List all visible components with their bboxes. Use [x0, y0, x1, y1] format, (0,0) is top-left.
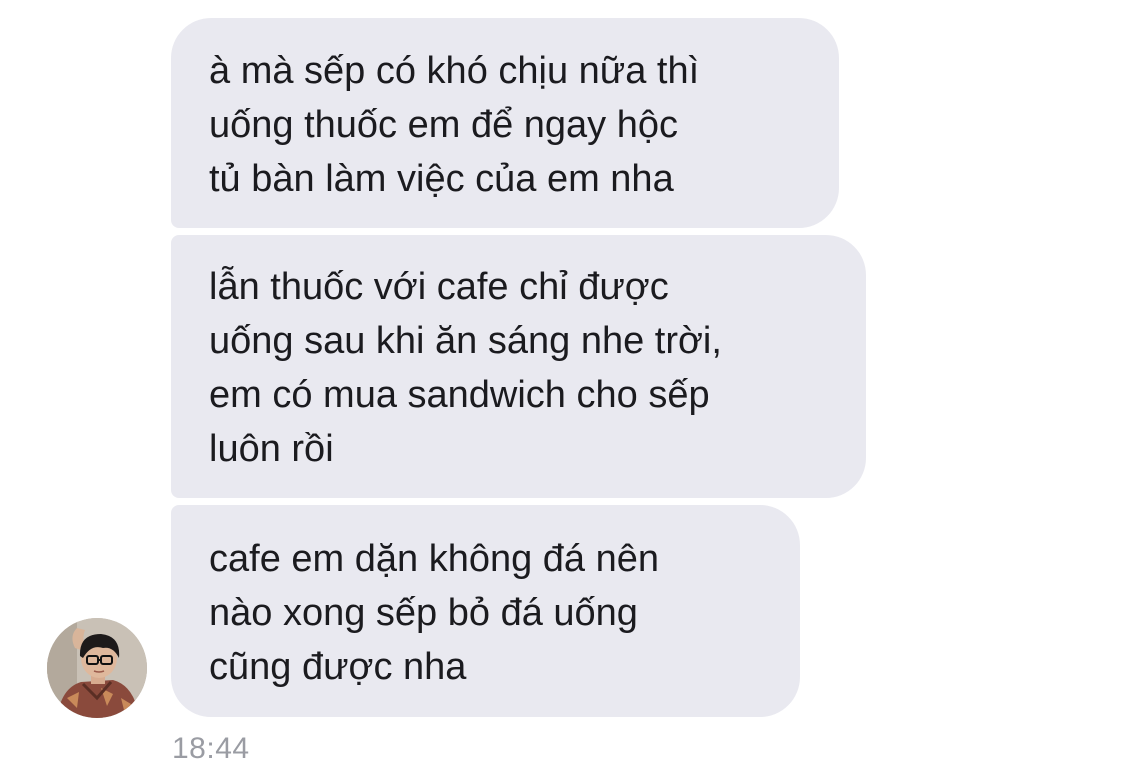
message-timestamp: 18:44 — [172, 732, 250, 765]
message-bubble[interactable]: à mà sếp có khó chịu nữa thì uống thuốc … — [171, 18, 839, 228]
message-bubble[interactable]: cafe em dặn không đá nên nào xong sếp bỏ… — [171, 505, 800, 717]
message-bubble[interactable]: lẫn thuốc với cafe chỉ được uống sau khi… — [171, 235, 866, 498]
profile-photo-icon — [47, 618, 147, 718]
avatar[interactable] — [47, 618, 147, 718]
